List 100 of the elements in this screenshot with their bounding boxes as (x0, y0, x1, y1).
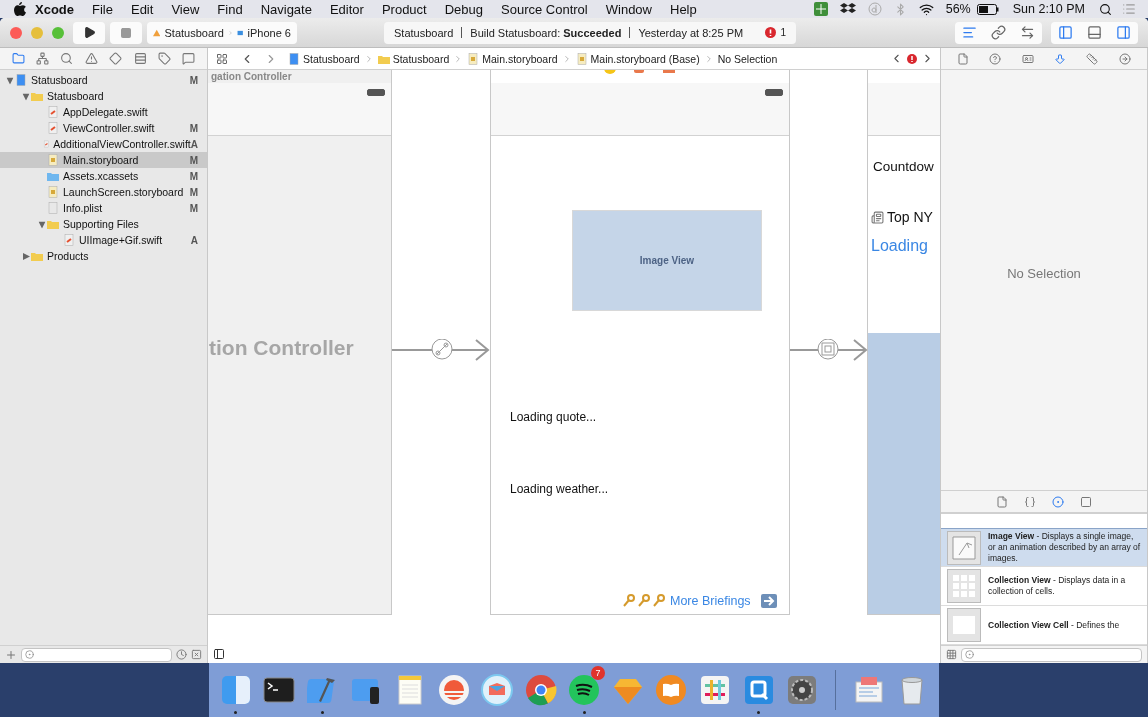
help-icon[interactable] (989, 52, 1002, 65)
breadcrumb[interactable]: No Selection (717, 52, 778, 65)
diamond-icon[interactable] (109, 52, 123, 65)
menu-item[interactable]: View (162, 1, 209, 17)
disclosure-triangle-icon[interactable] (22, 91, 30, 101)
book-icon[interactable] (655, 674, 688, 706)
disclosure-triangle-icon[interactable] (6, 75, 14, 85)
swift-file-icon (47, 106, 59, 118)
envelope-icon[interactable] (481, 674, 514, 706)
menu-item[interactable]: Find (208, 1, 252, 17)
library-item[interactable]: Image View - Displays a single image, or an animation described by an array of images. (941, 528, 1147, 568)
file-row[interactable]: Products (0, 248, 207, 264)
show-outline-icon[interactable] (213, 648, 225, 660)
menu-item[interactable]: Product (372, 1, 436, 17)
folder-icon[interactable] (11, 52, 25, 65)
breadcrumb[interactable]: Main.storyboard (467, 52, 558, 65)
search-icon[interactable] (1099, 2, 1112, 16)
apple-icon[interactable] (14, 2, 26, 16)
split-square-icon[interactable] (219, 674, 252, 706)
braces-icon[interactable] (1024, 495, 1036, 508)
arrow-down-icon[interactable] (1054, 52, 1067, 65)
filter-field[interactable] (961, 647, 1142, 662)
clear-icon[interactable] (191, 649, 202, 660)
swift-file-icon (42, 138, 50, 150)
file-row[interactable]: AdditionalViewController.swiftA (0, 136, 207, 152)
library-item[interactable]: Collection View - Displays data in a collection of cells. (941, 567, 1147, 606)
sunset-icon[interactable] (437, 674, 470, 706)
ring-icon[interactable] (742, 674, 775, 706)
file-row[interactable]: Info.plist M (0, 200, 207, 216)
color-grid-icon[interactable] (698, 674, 731, 706)
list-icon[interactable] (1122, 2, 1136, 16)
message-icon[interactable] (182, 52, 196, 65)
menu-item[interactable]: Window (596, 1, 661, 17)
file-icon[interactable] (957, 52, 970, 65)
folder-icon (31, 90, 43, 102)
zoom-button[interactable] (52, 26, 64, 39)
breadcrumb[interactable]: Statusboard (377, 52, 450, 65)
hierarchy-icon[interactable] (36, 52, 50, 65)
run-button[interactable] (73, 21, 105, 44)
library-item[interactable]: Collection View Cell - Defines the (941, 606, 1147, 645)
scheme-selector[interactable]: Statusboard iPhone 6 (147, 21, 297, 44)
menu-item[interactable]: Help (661, 1, 706, 17)
close-button[interactable] (10, 26, 22, 39)
file-row[interactable]: Assets.xcassets M (0, 168, 207, 184)
rows-icon[interactable] (133, 52, 147, 65)
folder-icon (47, 218, 59, 230)
menu-bar-clock[interactable]: Sun 2:10 PM (1006, 2, 1091, 16)
menu-item[interactable]: Editor (320, 1, 373, 17)
terminal-icon[interactable] (263, 674, 296, 706)
file-row[interactable]: AppDelegate.swift (0, 104, 207, 120)
circle-dot-icon[interactable] (1052, 495, 1064, 508)
error-icon (765, 27, 777, 38)
file-row[interactable]: Supporting Files (0, 216, 207, 232)
disclosure-triangle-icon[interactable] (21, 252, 31, 260)
image-placeholder-icon (947, 530, 981, 565)
file-row[interactable]: LaunchScreen.storyboard M (0, 184, 207, 200)
warning-icon[interactable] (84, 52, 98, 65)
menu-item[interactable]: Xcode (26, 1, 83, 17)
status-label: M (189, 170, 198, 182)
tag-icon[interactable] (157, 52, 171, 65)
related-items-icon[interactable] (216, 52, 228, 65)
menu-item[interactable]: Debug (435, 1, 493, 17)
arrow-right-circle-icon[interactable] (1118, 52, 1131, 65)
file-row[interactable]: UIImage+Gif.swift A (0, 232, 207, 248)
battery-icon[interactable] (976, 3, 999, 15)
breadcrumb[interactable]: Statusboard (288, 52, 360, 65)
file-row[interactable]: Statusboard (0, 88, 207, 104)
menu-item[interactable]: Navigate (251, 1, 321, 17)
file-row[interactable]: ViewController.swift M (0, 120, 207, 136)
grid-app-icon[interactable] (813, 2, 828, 16)
scene-title: gation Controller (211, 71, 292, 82)
grid-view-icon[interactable] (946, 649, 957, 660)
project-icon (15, 74, 27, 86)
more-briefings-link[interactable]: More Briefings (670, 594, 751, 608)
ruler-icon[interactable] (1086, 52, 1099, 65)
wifi-icon[interactable] (918, 1, 934, 17)
tricolor-circle-icon[interactable] (524, 674, 557, 706)
square-icon[interactable] (1080, 495, 1092, 508)
gear-icon[interactable] (786, 674, 819, 706)
menu-item[interactable]: File (83, 1, 122, 17)
filter-field[interactable] (21, 647, 172, 662)
status-label: M (189, 122, 198, 134)
error-badge[interactable]: 1 (765, 27, 786, 38)
add-icon[interactable] (5, 648, 17, 661)
file-icon[interactable] (996, 495, 1008, 508)
breadcrumb[interactable]: Main.storyboard (Base) (575, 52, 700, 65)
label: Loading weather... (510, 482, 609, 496)
storyboard-file-icon (47, 186, 59, 198)
file-row[interactable]: Main.storyboard M (0, 152, 207, 168)
battery-icon (765, 89, 783, 96)
menu-item[interactable]: Source Control (492, 1, 597, 17)
disclosure-triangle-icon[interactable] (38, 219, 46, 229)
dropbox-icon[interactable] (839, 2, 856, 16)
menu-item[interactable]: Edit (121, 1, 163, 17)
recent-icon[interactable] (176, 649, 187, 660)
sound-waves-icon[interactable] (568, 674, 601, 706)
document-icon[interactable] (852, 674, 885, 706)
id-card-icon[interactable] (1021, 52, 1034, 65)
stop-button[interactable] (110, 21, 142, 44)
file-row[interactable]: Statusboard M (0, 72, 207, 88)
